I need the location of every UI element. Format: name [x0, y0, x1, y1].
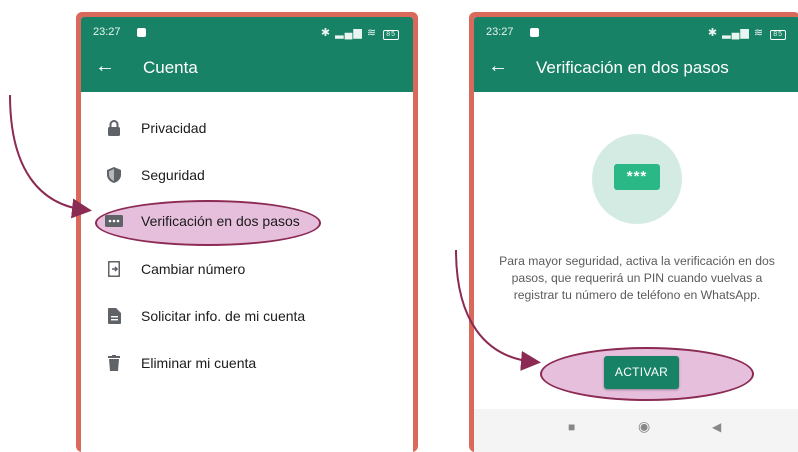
- arrow-to-activar: [455, 249, 541, 371]
- annotation-arrows: [9, 94, 541, 371]
- arrow-to-verificacion: [9, 94, 92, 219]
